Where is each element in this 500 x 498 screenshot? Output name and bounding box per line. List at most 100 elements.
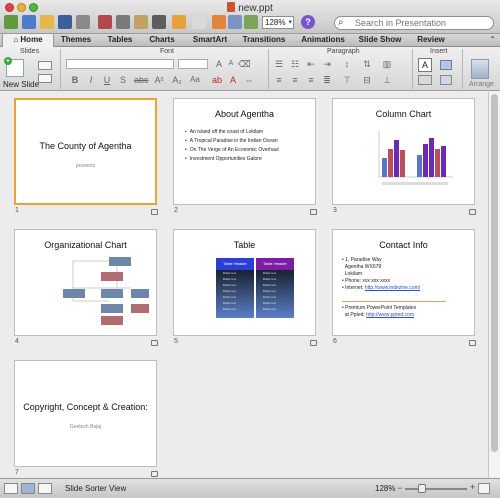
subscript-icon[interactable]: A₂ [172,75,182,85]
font-color-button[interactable]: A [228,75,238,85]
superscript-icon[interactable]: A² [154,75,164,85]
transition-icon[interactable] [151,209,158,215]
align-right-icon[interactable]: ≡ [306,75,316,85]
picture-icon[interactable] [440,60,452,70]
slide-show-view-button[interactable] [38,483,52,494]
tab-label: Home [20,35,43,44]
font-name-field[interactable] [66,59,174,69]
normal-view-button[interactable] [4,483,18,494]
media-browser-icon[interactable] [244,15,258,29]
ribbon-collapse-icon[interactable]: ⌃ [489,35,496,44]
list-item: On The Verge of An Economic Overhaul [185,146,279,155]
zoom-out-icon[interactable]: − [397,483,402,493]
slide-thumbnail-4[interactable]: Organizational Chart [14,229,157,336]
change-case-button[interactable]: Aa [190,75,200,85]
new-presentation-icon[interactable] [4,15,18,29]
search-box[interactable]: ⌕ [334,16,494,30]
scrollbar-thumb[interactable] [491,94,498,452]
table-insert-icon[interactable] [440,75,452,85]
font-size-field[interactable] [178,59,208,69]
transition-icon[interactable] [310,340,317,346]
document-icon [227,2,236,12]
tab-tables[interactable]: Tables [102,34,138,47]
align-center-icon[interactable]: ≡ [290,75,300,85]
fit-to-window-icon[interactable] [478,483,490,494]
layout-icon[interactable] [38,61,52,70]
gallery-icon[interactable] [22,15,36,29]
paste-icon[interactable] [134,15,148,29]
transition-icon[interactable] [151,340,158,346]
justify-icon[interactable]: ≣ [322,75,332,85]
slide-thumbnail-3[interactable]: Column Chart [332,98,475,205]
save-icon[interactable] [58,15,72,29]
tab-home[interactable]: ⌂ Home [2,34,54,47]
tab-animations[interactable]: Animations [298,34,348,47]
transition-icon[interactable] [469,209,476,215]
copy-icon[interactable] [116,15,130,29]
align-left-icon[interactable]: ≡ [274,75,284,85]
search-input[interactable] [355,18,489,28]
new-slide-button[interactable]: New Slide [3,80,39,89]
slide-thumbnail-5[interactable]: Table Table Header Bullet text Bullet tex… [173,229,316,336]
slide-sorter-view-button[interactable] [21,483,35,494]
clear-formatting-icon[interactable]: ⌫ [238,59,251,69]
decrease-indent-icon[interactable]: ⇤ [306,59,316,69]
help-icon[interactable]: ? [301,15,315,29]
transition-icon[interactable] [310,209,317,215]
numbering-icon[interactable]: ☷ [290,59,300,69]
tab-review[interactable]: Review [412,34,450,47]
transition-icon[interactable] [151,471,158,477]
align-top-icon[interactable]: ⊤ [342,75,352,85]
tab-smartart[interactable]: SmartArt [187,34,233,47]
slide-number: 5 [174,338,178,345]
new-slide-icon[interactable]: + [4,57,24,77]
section-icon[interactable] [38,74,52,83]
arrange-icon[interactable] [471,59,489,79]
strikethrough-icon[interactable]: abc [134,75,149,85]
bullets-icon[interactable]: ☰ [274,59,284,69]
slide-number: 1 [15,207,19,214]
tab-slide-show[interactable]: Slide Show [355,34,405,47]
bold-button[interactable]: B [70,75,80,85]
format-painter-icon[interactable] [152,15,166,29]
redo-icon[interactable] [192,15,206,29]
tab-charts[interactable]: Charts [143,34,181,47]
shape-icon[interactable] [418,75,432,85]
columns-icon[interactable]: ▥ [382,59,392,69]
vertical-scrollbar[interactable] [488,92,500,478]
sidebar-icon[interactable] [228,15,242,29]
increase-indent-icon[interactable]: ⇥ [322,59,332,69]
align-bottom-icon[interactable]: ⊥ [382,75,392,85]
shrink-font-icon[interactable]: A [226,59,236,69]
text-highlight-icon[interactable]: ab [212,75,222,85]
grow-font-icon[interactable]: A [214,59,224,69]
tab-themes[interactable]: Themes [56,34,96,47]
slide-subtitle: presents [75,163,96,169]
text-box-icon[interactable] [212,15,226,29]
print-icon[interactable] [76,15,90,29]
slide-thumbnail-2[interactable]: About Agentha An island off the coast of… [173,98,316,205]
arrange-button[interactable]: Arrange [469,81,494,88]
slide-thumbnail-6[interactable]: Contact Info • 1, Paradise Way Agentha W… [332,229,475,336]
internet-link[interactable]: http://www.indezine.com/ [365,285,420,291]
transition-icon[interactable] [469,340,476,346]
undo-icon[interactable] [172,15,186,29]
zoom-in-icon[interactable]: + [470,482,475,492]
tab-transitions[interactable]: Transitions [239,34,289,47]
slide-thumbnail-1[interactable]: The County of Agentha presents [14,98,157,205]
zoom-slider-handle[interactable] [418,484,426,493]
zoom-slider[interactable] [405,488,467,490]
templates-link[interactable]: http://www.ppted.com [366,312,414,318]
cut-icon[interactable] [98,15,112,29]
text-box-insert-icon[interactable]: A [418,58,432,72]
zoom-select[interactable]: 128% ▾ [262,16,294,29]
text-direction-icon[interactable]: ⇅ [362,59,372,69]
align-middle-icon[interactable]: ⊟ [362,75,372,85]
line-spacing-icon[interactable]: ↕ [342,59,352,69]
shadow-icon[interactable]: S [118,75,128,85]
open-folder-icon[interactable] [40,15,54,29]
slide-thumbnail-7[interactable]: Copyright, Concept & Creation: Geetesh B… [14,360,157,467]
underline-button[interactable]: U [102,75,112,85]
italic-button[interactable]: I [86,75,96,85]
character-spacing-icon[interactable]: ⇔ [244,75,254,85]
